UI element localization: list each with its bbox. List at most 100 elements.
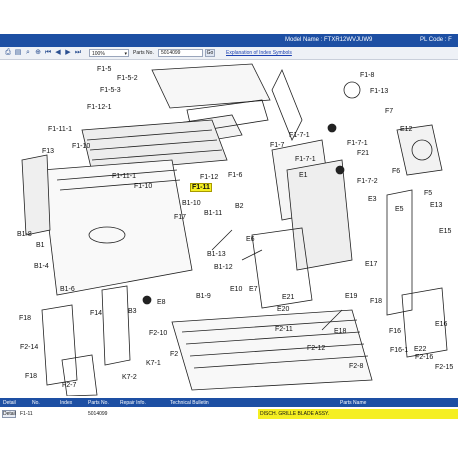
part-label[interactable]: F2-15: [435, 364, 453, 371]
part-label-selected[interactable]: F1-11: [190, 183, 212, 192]
part-label[interactable]: K7-2: [122, 374, 137, 381]
part-label[interactable]: F2-10: [149, 330, 167, 337]
part-label[interactable]: B1-4: [34, 263, 49, 270]
part-label[interactable]: F2: [170, 351, 178, 358]
part-label[interactable]: F2-12: [307, 345, 325, 352]
empty-area: [0, 419, 458, 458]
part-label[interactable]: F5: [424, 190, 432, 197]
part-label[interactable]: E21: [282, 294, 294, 301]
part-label[interactable]: E20: [277, 306, 289, 313]
part-label[interactable]: F16: [389, 328, 401, 335]
last-page-icon[interactable]: ⏭: [74, 49, 82, 57]
first-page-icon[interactable]: ⏮: [44, 49, 52, 57]
col-technical-bulletin: Technical Bulletin: [170, 400, 209, 406]
print-icon[interactable]: ⎙: [4, 49, 12, 57]
parts-table-header: Detail No. Index Parts No. Repair Info. …: [0, 398, 458, 407]
next-page-icon[interactable]: ▶: [64, 49, 72, 57]
part-label[interactable]: F2-11: [275, 326, 293, 333]
part-label[interactable]: F1-5: [97, 66, 111, 73]
part-label[interactable]: F1-11-1: [48, 126, 72, 133]
part-label[interactable]: E17: [365, 261, 377, 268]
part-label[interactable]: E19: [345, 293, 357, 300]
part-label[interactable]: E3: [368, 196, 377, 203]
zoom-select[interactable]: 100% ▾: [89, 49, 129, 57]
part-label[interactable]: E1: [299, 172, 308, 179]
row-parts-name: DISCH. GRILLE BLADE ASSY.: [260, 411, 330, 417]
col-parts-name: Parts Name: [340, 400, 367, 406]
part-label[interactable]: E18: [334, 328, 346, 335]
part-label[interactable]: F18: [370, 298, 382, 305]
part-label[interactable]: B1-9: [196, 293, 211, 300]
part-label[interactable]: E6: [246, 236, 255, 243]
exploded-parts-diagram[interactable]: F1-5 F1-5-2 F1-5-3 F1-8 F1-13 F1-12-1 F7…: [2, 60, 456, 396]
part-label[interactable]: B1-13: [207, 251, 226, 258]
part-label[interactable]: B1-12: [214, 264, 233, 271]
table-row[interactable]: Detail F1-11 5014099 DISCH. GRILLE BLADE…: [0, 409, 458, 419]
part-label[interactable]: F1-12-1: [87, 104, 112, 111]
parts-no-input[interactable]: 5014099: [158, 49, 203, 57]
row-parts-no[interactable]: 5014099: [88, 411, 107, 417]
prev-page-icon[interactable]: ◀: [54, 49, 62, 57]
part-label[interactable]: B1-8: [17, 231, 32, 238]
part-label[interactable]: E13: [430, 202, 442, 209]
col-parts-no: Parts No.: [88, 400, 109, 406]
part-label[interactable]: F21: [357, 150, 369, 157]
part-label[interactable]: E15: [439, 228, 451, 235]
part-label[interactable]: F6: [392, 168, 400, 175]
part-label[interactable]: F16-1: [390, 347, 408, 354]
part-label[interactable]: B3: [128, 308, 137, 315]
part-label[interactable]: F1-5-2: [117, 75, 138, 82]
part-label[interactable]: F1-10: [72, 143, 90, 150]
zoom-value: 100%: [92, 51, 105, 57]
save-icon[interactable]: ▤: [14, 49, 22, 57]
explanation-link[interactable]: Explanation of Index Symbols: [226, 50, 292, 56]
part-label[interactable]: F1-11-1: [112, 173, 136, 180]
col-index: Index: [60, 400, 73, 406]
part-label[interactable]: F1-8: [360, 72, 374, 79]
part-label[interactable]: F2-7: [62, 382, 76, 389]
part-label[interactable]: B1-11: [204, 210, 222, 217]
parts-no-label: Parts No.: [133, 50, 154, 56]
part-label[interactable]: F2-14: [20, 344, 38, 351]
part-label[interactable]: F1-7: [270, 142, 284, 149]
viewer-toolbar: ⎙ ▤ ⌕ ⊕ ⏮ ◀ ▶ ⏭ 100% ▾ Parts No. 5014099…: [0, 47, 458, 60]
go-button[interactable]: Go: [205, 49, 215, 57]
part-label[interactable]: F1-5-3: [100, 87, 121, 94]
part-label[interactable]: B1-6: [60, 286, 75, 293]
part-label[interactable]: F1-7-2: [357, 178, 378, 185]
part-label[interactable]: F2-8: [349, 363, 363, 370]
part-label[interactable]: F7: [385, 108, 393, 115]
zoom-in-icon[interactable]: ⊕: [34, 49, 42, 57]
part-label[interactable]: B1-10: [182, 200, 201, 207]
parts-catalog-window: Model Name : FTXR12WVJUW9 PL Code : F ⎙ …: [0, 0, 458, 458]
part-label[interactable]: F1-7-1: [289, 132, 310, 139]
part-label[interactable]: E16: [435, 321, 447, 328]
part-label[interactable]: K7-1: [146, 360, 161, 367]
model-titlebar: Model Name : FTXR12WVJUW9 PL Code : F: [0, 34, 458, 47]
part-label[interactable]: F17: [174, 214, 186, 221]
part-label[interactable]: E5: [395, 206, 404, 213]
part-label[interactable]: E7: [249, 286, 258, 293]
part-label[interactable]: F2-16: [415, 354, 433, 361]
part-label[interactable]: F1-10: [134, 183, 152, 190]
part-label[interactable]: E22: [414, 346, 426, 353]
part-label[interactable]: E8: [157, 299, 166, 306]
part-label[interactable]: E12: [400, 126, 412, 133]
part-label[interactable]: F18: [25, 373, 37, 380]
search-icon[interactable]: ⌕: [24, 49, 32, 57]
part-label[interactable]: F1-13: [370, 88, 388, 95]
part-label[interactable]: F1-12: [200, 174, 218, 181]
col-detail: Detail: [3, 400, 16, 406]
part-label[interactable]: B2: [235, 203, 244, 210]
part-label[interactable]: E10: [230, 286, 242, 293]
model-name: Model Name : FTXR12WVJUW9: [285, 37, 373, 43]
part-label[interactable]: F1-7-1: [347, 140, 368, 147]
detail-button[interactable]: Detail: [2, 410, 16, 418]
part-label[interactable]: F1-7-1: [295, 156, 316, 163]
part-label[interactable]: F14: [90, 310, 102, 317]
part-label[interactable]: F13: [42, 148, 54, 155]
pl-code: PL Code : F: [420, 37, 452, 43]
part-label[interactable]: B1: [36, 242, 45, 249]
part-label[interactable]: F18: [19, 315, 31, 322]
part-label[interactable]: F1-6: [228, 172, 242, 179]
